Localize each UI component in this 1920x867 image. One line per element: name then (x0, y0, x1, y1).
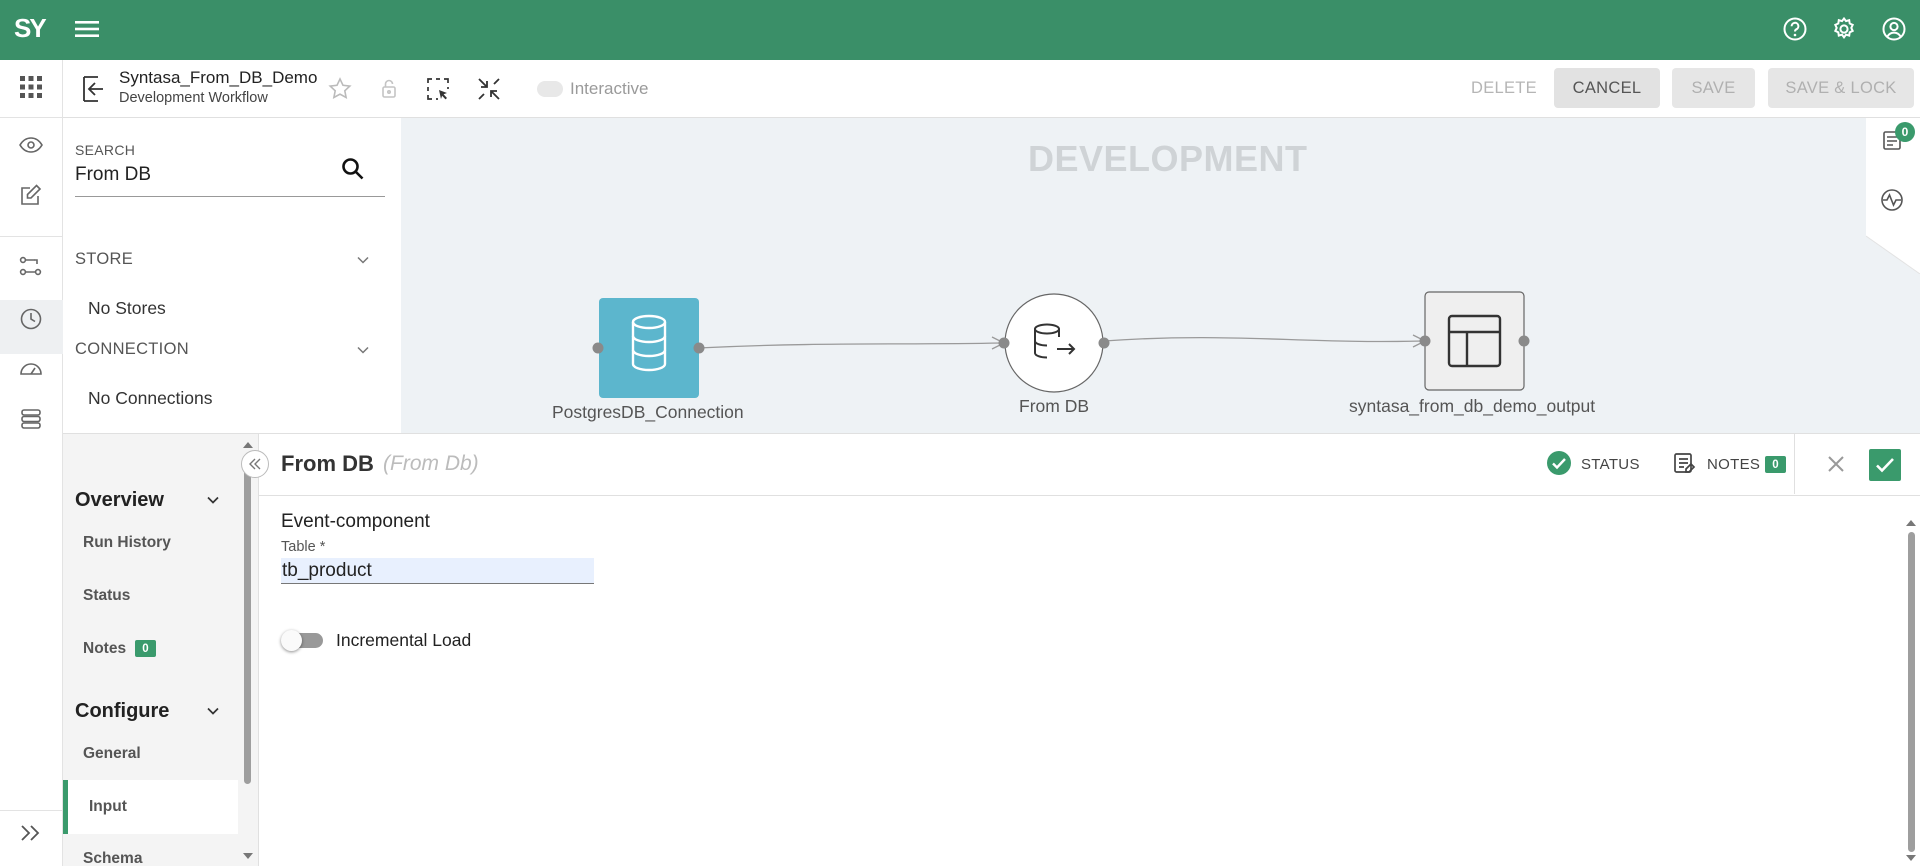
no-stores-text: No Stores (88, 298, 166, 318)
interactive-toggle[interactable] (537, 81, 563, 97)
nav-general[interactable]: General (83, 745, 141, 763)
node-syntasa-output[interactable] (1419, 291, 1530, 391)
save-and-lock-button[interactable]: SAVE & LOCK (1768, 68, 1914, 108)
node-label: From DB (1019, 396, 1089, 416)
table-field-label: Table * (281, 539, 326, 555)
history-clock-icon[interactable] (18, 306, 44, 332)
chevron-double-left-icon (249, 458, 261, 470)
workflow-canvas[interactable]: DEVELOPMENT PostgresDB_Connection From D… (401, 118, 1920, 433)
search-underline (75, 196, 385, 197)
configure-section-header[interactable]: Configure (75, 700, 169, 723)
expand-rail-icon[interactable] (18, 820, 44, 846)
workflow-header: Syntasa_From_DB_Demo Development Workflo… (63, 60, 1920, 118)
nav-input[interactable]: Input (89, 798, 127, 816)
user-account-icon[interactable] (1880, 15, 1908, 43)
storage-icon[interactable] (18, 406, 44, 432)
nav-active-indicator (63, 780, 68, 834)
check-icon (1876, 458, 1894, 473)
node-postgresdb-connection[interactable] (592, 298, 705, 398)
workflow-title: Syntasa_From_DB_Demo (119, 68, 318, 87)
component-library-panel: SEARCH From DB STORE No Stores CONNECTIO… (63, 118, 401, 433)
cancel-button[interactable]: CANCEL (1554, 68, 1660, 108)
canvas-notes-count-badge: 0 (1895, 122, 1915, 142)
confirm-button[interactable] (1869, 449, 1901, 481)
left-nav-rail (0, 60, 63, 866)
rail-divider (0, 117, 63, 118)
canvas-right-toolbar (1866, 118, 1920, 274)
syntasa-logo[interactable]: SY (14, 13, 47, 44)
search-label: SEARCH (75, 142, 136, 158)
activity-monitor-icon (1881, 189, 1903, 211)
collapse-panel-button[interactable] (241, 450, 269, 478)
search-input[interactable]: From DB (75, 164, 151, 186)
top-app-bar: SY (0, 0, 1920, 60)
search-icon[interactable] (340, 156, 366, 182)
component-title: From DB (281, 451, 374, 476)
help-icon[interactable] (1781, 15, 1809, 43)
collapse-arrows-icon[interactable] (476, 76, 502, 102)
workflow-subtitle: Development Workflow (119, 90, 268, 106)
detail-divider (259, 495, 1920, 496)
interactive-label: Interactive (570, 79, 649, 98)
edge-connection-to-fromdb (697, 342, 1002, 349)
component-detail-panel: From DB (From Db) STATUS NOTES 0 Event-c… (241, 433, 1920, 867)
lock-icon[interactable] (376, 76, 402, 102)
chevron-down-icon[interactable] (205, 703, 221, 719)
nav-run-history[interactable]: Run History (83, 534, 171, 552)
workflow-graph (592, 291, 1530, 398)
apps-grid-icon[interactable] (18, 74, 44, 100)
nav-status[interactable]: Status (83, 587, 130, 605)
workflow-icon[interactable] (18, 254, 44, 280)
nav-scrollbar-thumb[interactable] (244, 454, 251, 784)
exit-workflow-icon[interactable] (79, 74, 107, 104)
select-area-icon[interactable] (425, 76, 451, 102)
nav-schema[interactable]: Schema (83, 850, 142, 866)
no-connections-text: No Connections (88, 388, 213, 408)
star-icon[interactable] (327, 76, 353, 102)
header-divider (1794, 434, 1795, 494)
status-label[interactable]: STATUS (1581, 456, 1640, 473)
node-from-db[interactable] (998, 293, 1110, 393)
edit-icon[interactable] (18, 182, 44, 208)
chevron-down-icon[interactable] (355, 252, 371, 268)
connection-section-header[interactable]: CONNECTION (75, 340, 189, 359)
gear-icon[interactable] (1830, 15, 1858, 43)
node-label: PostgresDB_Connection (552, 402, 744, 422)
rail-divider (0, 810, 63, 811)
save-button[interactable]: SAVE (1672, 68, 1755, 108)
rail-divider (0, 236, 63, 237)
table-input[interactable] (281, 558, 594, 584)
component-type: (From Db) (383, 452, 479, 475)
nav-notes-count-badge: 0 (135, 640, 156, 657)
incremental-load-label: Incremental Load (336, 630, 472, 650)
menu-icon[interactable] (74, 16, 100, 42)
chevron-down-icon[interactable] (355, 342, 371, 358)
notes-icon[interactable] (1672, 451, 1696, 475)
incremental-load-toggle[interactable] (281, 630, 325, 651)
status-check-icon[interactable] (1545, 449, 1573, 477)
nav-scrollbar[interactable] (238, 433, 258, 866)
section-title: Event-component (281, 511, 430, 532)
chevron-down-icon[interactable] (205, 492, 221, 508)
component-config-nav: Overview Run History Status Notes 0 Conf… (63, 433, 238, 866)
eye-icon[interactable] (18, 132, 44, 158)
delete-button[interactable]: DELETE (1449, 68, 1559, 108)
detail-scrollbar-thumb[interactable] (1908, 532, 1915, 852)
notes-count-badge: 0 (1765, 456, 1786, 473)
dashboard-gauge-icon[interactable] (18, 356, 44, 382)
close-icon[interactable] (1826, 454, 1846, 474)
notes-label[interactable]: NOTES (1707, 456, 1760, 473)
detail-scrollbar[interactable] (1901, 514, 1920, 867)
store-section-header[interactable]: STORE (75, 250, 133, 269)
nav-notes[interactable]: Notes (83, 640, 126, 658)
edge-fromdb-to-output (1103, 336, 1424, 343)
node-label: syntasa_from_db_demo_output (1349, 396, 1596, 416)
overview-section-header[interactable]: Overview (75, 489, 164, 512)
